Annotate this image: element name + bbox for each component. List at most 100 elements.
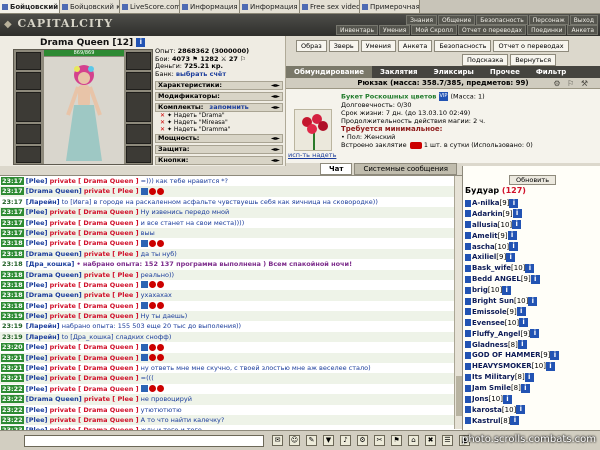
slot-amulet[interactable] <box>16 72 41 90</box>
user-info-icon[interactable]: i <box>509 242 519 252</box>
chat-nick[interactable]: [Ларейн] <box>26 198 60 206</box>
top-nav-item[interactable]: Инвентарь <box>335 25 379 35</box>
chat-private-recipient[interactable]: private [ Drama Queen ] <box>50 416 139 424</box>
inventory-tool-icons[interactable]: ⚙ ⚐ ⚒ <box>553 79 590 88</box>
user-info-icon[interactable]: i <box>512 220 522 230</box>
user-name[interactable]: Emissole <box>472 308 507 316</box>
section-header[interactable]: Комплекты: запомнить ◄► <box>155 103 283 112</box>
slot-rings[interactable] <box>126 124 151 144</box>
user-row[interactable]: GOD OF HAMMER[9] i <box>465 350 597 361</box>
slot-belt[interactable] <box>16 146 41 163</box>
chat-timestamp[interactable]: 23:18 <box>1 301 24 310</box>
user-info-icon[interactable]: i <box>507 231 517 241</box>
item-use-link[interactable]: исп-ть надеть <box>288 151 336 159</box>
chat-nick[interactable]: [Plee] <box>26 312 48 320</box>
chat-private-recipient[interactable]: private [ Drama Queen ] <box>50 343 139 351</box>
toolbar-icon[interactable]: ✂ <box>374 435 385 446</box>
user-info-icon[interactable]: i <box>525 263 535 273</box>
slot-gloves[interactable] <box>126 72 151 90</box>
chat-tab[interactable]: Чат <box>320 163 353 175</box>
chat-nick[interactable]: [Дра_кошка] <box>26 260 75 268</box>
slot-boots[interactable] <box>126 146 151 163</box>
user-info-icon[interactable]: i <box>550 350 560 360</box>
user-row[interactable]: A-nilka[9] i <box>465 198 597 209</box>
toolbar-icon[interactable]: ✎ <box>306 435 317 446</box>
user-name[interactable]: HEAVYSMOKER <box>472 362 532 370</box>
section-header[interactable]: Защита: ◄► <box>155 145 283 154</box>
chat-private-recipient[interactable]: private [ Drama Queen ] <box>50 219 139 227</box>
user-info-icon[interactable]: i <box>509 198 519 208</box>
section-header[interactable]: Характеристики: ◄► <box>155 81 283 90</box>
user-info-icon[interactable]: i <box>546 361 555 371</box>
chat-private-recipient[interactable]: private [ Plee ] <box>84 395 139 403</box>
top-nav-item[interactable]: Безопасность <box>476 15 528 25</box>
user-name[interactable]: Its Military <box>472 373 515 381</box>
toolbar-icon[interactable]: ✉ <box>272 435 283 446</box>
user-info-icon[interactable]: i <box>528 296 538 306</box>
chat-nick[interactable]: [Drama Queen] <box>26 187 82 195</box>
chat-timestamp[interactable]: 23:21 <box>1 353 24 362</box>
section-arrows-icon[interactable]: ◄► <box>271 146 280 153</box>
user-info-icon[interactable]: i <box>517 340 527 350</box>
chat-private-recipient[interactable]: private [ Drama Queen ] <box>50 354 139 362</box>
chat-timestamp[interactable]: 23:22 <box>1 384 24 393</box>
user-name[interactable]: brig <box>472 286 488 294</box>
chat-timestamp[interactable]: 23:18 <box>1 249 24 258</box>
slot-weapon[interactable] <box>16 92 41 122</box>
chat-nick[interactable]: [Plee] <box>26 229 48 237</box>
user-name[interactable]: Kastrul <box>472 417 501 425</box>
chat-timestamp[interactable]: 23:18 <box>1 291 24 300</box>
top-nav-item[interactable]: Выход <box>569 15 598 25</box>
item-name[interactable]: Букет Роскошных цветов <box>341 93 436 101</box>
chat-private-recipient[interactable]: private [ Plee ] <box>84 187 139 195</box>
chat-private-recipient[interactable]: private [ Plee ] <box>84 250 139 258</box>
chat-nick[interactable]: [Plee] <box>26 374 48 382</box>
user-row[interactable]: allusia[10] i <box>465 220 597 231</box>
chat-nick[interactable]: [Ларейн] <box>26 333 60 341</box>
chat-private-recipient[interactable]: private [ Drama Queen ] <box>50 406 139 414</box>
chat-private-recipient[interactable]: private [ Plee ] <box>84 291 139 299</box>
chat-nick[interactable]: [Plee] <box>26 302 48 310</box>
top-nav-item[interactable]: Анкета <box>567 25 598 35</box>
user-name[interactable]: Fluffy_Angel <box>472 330 520 338</box>
chat-nick[interactable]: [Drama Queen] <box>26 271 82 279</box>
user-info-icon[interactable]: i <box>524 372 534 382</box>
chat-timestamp[interactable]: 23:17 <box>1 208 24 217</box>
user-row[interactable]: Emissole[9] i <box>465 307 597 318</box>
slot-shield[interactable] <box>126 92 151 122</box>
chat-nick[interactable]: [Plee] <box>26 364 48 372</box>
inventory-tab[interactable]: Обмундирование <box>286 66 372 78</box>
chat-timestamp[interactable]: 23:21 <box>1 364 24 373</box>
user-name[interactable]: Axiliel <box>472 253 496 261</box>
chat-timestamp[interactable]: 23:21 <box>1 374 24 383</box>
top-nav-item[interactable]: Мой Скролл <box>411 25 457 35</box>
chat-private-recipient[interactable]: private [ Drama Queen ] <box>50 229 139 237</box>
user-row[interactable]: Kastrul[8] i <box>465 416 597 427</box>
char-button[interactable]: Образ <box>296 40 327 52</box>
chat-private-recipient[interactable]: private [ Drama Queen ] <box>50 302 139 310</box>
user-row[interactable]: karosta[10] i <box>465 405 597 416</box>
chat-nick[interactable]: [Plee] <box>26 354 48 362</box>
chat-private-recipient[interactable]: private [ Drama Queen ] <box>50 374 139 382</box>
browser-tab[interactable]: Информация о A... <box>240 0 300 13</box>
chat-private-recipient[interactable]: private [ Drama Queen ] <box>50 177 139 185</box>
user-name[interactable]: GOD OF HAMMER <box>472 351 541 359</box>
browser-tab[interactable]: LiveScore.com -... <box>120 0 180 13</box>
toolbar-icon[interactable]: ⚙ <box>357 435 368 446</box>
chat-private-recipient[interactable]: private [ Drama Queen ] <box>50 385 139 393</box>
user-row[interactable]: Evensee[10] i <box>465 318 597 329</box>
user-row[interactable]: Bedd ANGEL[9] i <box>465 274 597 285</box>
user-row[interactable]: Jam Smile[8] i <box>465 383 597 394</box>
section-header[interactable]: Модификаторы: ◄► <box>155 92 283 101</box>
slot-armor[interactable] <box>16 124 41 144</box>
user-info-icon[interactable]: i <box>530 329 540 339</box>
top-nav-item[interactable]: Отчет о переводах <box>457 25 527 35</box>
slot-helmet[interactable] <box>16 52 41 70</box>
chat-nick[interactable]: [Plee] <box>26 177 48 185</box>
user-row[interactable]: Its Military[8] i <box>465 372 597 383</box>
section-arrows-icon[interactable]: ◄► <box>271 157 280 164</box>
flower-bouquet-icon[interactable] <box>294 109 332 151</box>
chat-nick[interactable]: [Plee] <box>26 208 48 216</box>
browser-tab[interactable]: Free sex videos,... <box>300 0 360 13</box>
chat-nick[interactable]: [Plee] <box>26 343 48 351</box>
